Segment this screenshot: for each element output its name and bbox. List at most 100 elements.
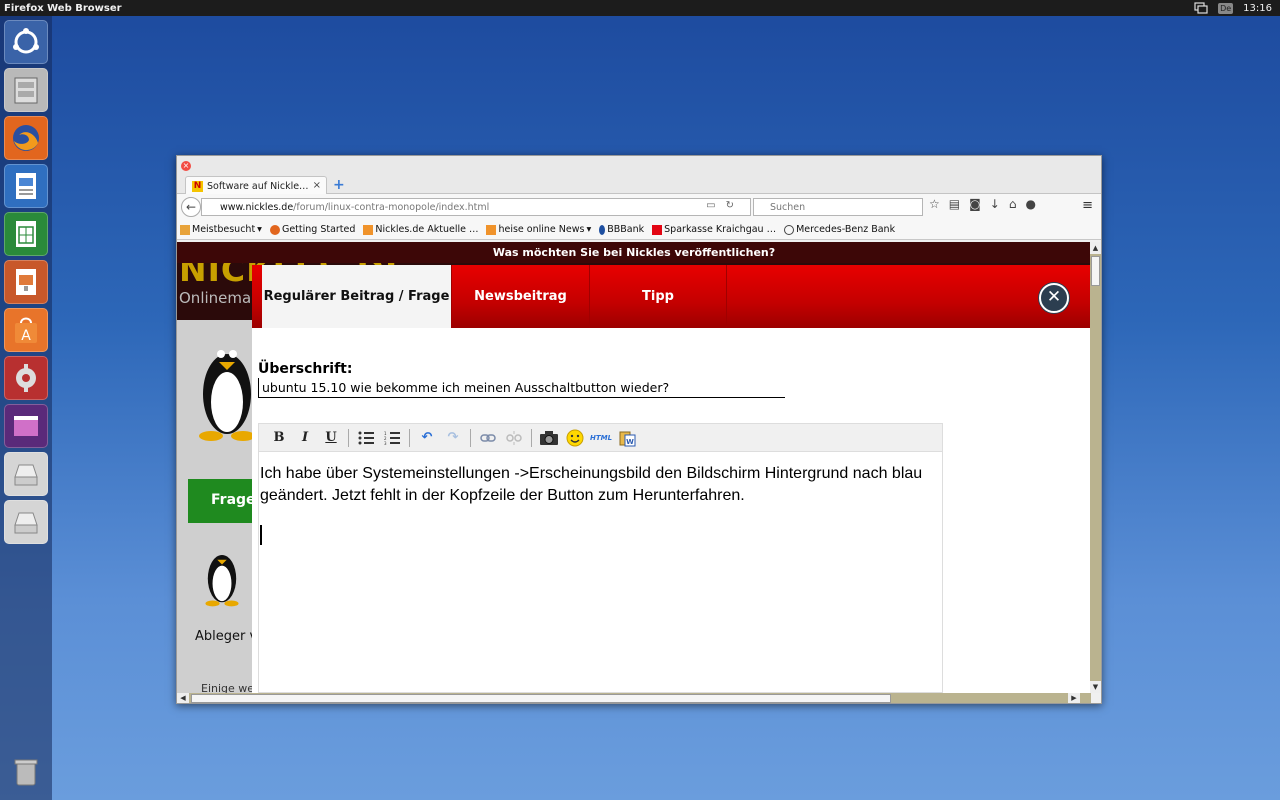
bookmark-heise-news[interactable]: heise online News ▾ (486, 224, 591, 235)
back-icon[interactable]: ← (181, 197, 201, 217)
toolbar-separator (409, 428, 410, 447)
post-type-tabs: Regulärer Beitrag / Frage Newsbeitrag Ti… (252, 265, 1091, 328)
drive-icon[interactable] (4, 452, 48, 496)
link-icon[interactable] (476, 427, 500, 449)
window-titlebar: × (177, 156, 1101, 174)
camera-icon[interactable] (537, 427, 561, 449)
tab-tip[interactable]: Tipp (590, 265, 727, 328)
search-placeholder: Suchen (770, 201, 806, 213)
folder-icon (180, 224, 190, 235)
close-icon[interactable]: ✕ (1039, 283, 1069, 313)
clock[interactable]: 13:16 (1243, 3, 1272, 14)
tux-small-icon (205, 555, 239, 607)
svg-text:3: 3 (384, 441, 387, 445)
nickles-favicon-icon: N (192, 180, 203, 192)
trash-icon[interactable] (4, 750, 48, 794)
horizontal-scroll-thumb[interactable] (191, 694, 891, 703)
bookmark-sparkasse[interactable]: Sparkasse Kraichgau … (652, 224, 776, 235)
system-tray: De 13:16 (1194, 0, 1272, 16)
vertical-scroll-thumb[interactable] (1091, 256, 1100, 286)
tab-news-post[interactable]: Newsbeitrag (452, 265, 590, 328)
window-title: Firefox Web Browser (4, 2, 122, 14)
tab-regular-post[interactable]: Regulärer Beitrag / Frage (262, 265, 452, 328)
launcher: A (0, 16, 52, 800)
undo-icon[interactable]: ↶ (415, 427, 439, 449)
ubuntu-dash-icon[interactable] (4, 20, 48, 64)
drive-icon[interactable] (4, 500, 48, 544)
bookmark-nickles-news[interactable]: Nickles.de Aktuelle … (363, 224, 478, 235)
redo-icon[interactable]: ↷ (441, 427, 465, 449)
bookmarks-toolbar: Meistbesucht ▾ Getting Started Nickles.de… (177, 220, 1101, 240)
html-button[interactable]: HTML (589, 427, 613, 449)
tab-title: Software auf Nickle… (207, 180, 309, 192)
home-icon[interactable]: ⌂ (1009, 197, 1017, 211)
bookmark-getting-started[interactable]: Getting Started (269, 224, 355, 235)
reader-view-icon[interactable]: ▭ (706, 200, 725, 211)
editor-toolbar: B I U 123 ↶ ↷ HTML W (259, 424, 942, 452)
firefox-icon[interactable] (4, 116, 48, 160)
site-tagline: Onlinema (179, 289, 252, 307)
scroll-up-icon[interactable]: ▲ (1090, 242, 1101, 254)
system-settings-icon[interactable] (4, 356, 48, 400)
editor-body[interactable]: Ich habe über Systemeinstellungen ->Ersc… (259, 452, 942, 545)
bold-button[interactable]: B (267, 427, 291, 449)
top-panel: Firefox Web Browser De 13:16 (0, 0, 1280, 16)
heading-label: Überschrift: (258, 361, 353, 377)
rich-text-editor: B I U 123 ↶ ↷ HTML W Ich habe über Syste… (258, 423, 943, 693)
files-icon[interactable] (4, 68, 48, 112)
bookmark-bbbank[interactable]: BBBank (599, 224, 644, 235)
navigation-bar: ← www.nickles.de/forum/linux-contra-mono… (177, 194, 1101, 220)
keyboard-layout-indicator[interactable]: De (1218, 2, 1234, 14)
workspace-switcher-icon[interactable] (4, 404, 48, 448)
unlink-icon[interactable] (502, 427, 526, 449)
tux-icon (199, 350, 255, 441)
bbbank-icon (599, 224, 606, 235)
bullet-list-icon[interactable] (354, 427, 378, 449)
bookmark-mercedes[interactable]: Mercedes-Benz Bank (784, 224, 895, 235)
network-icon[interactable] (1194, 2, 1208, 14)
toolbar-separator (470, 428, 471, 447)
mercedes-icon (784, 224, 795, 235)
chat-icon[interactable]: ● (1025, 197, 1035, 211)
publish-prompt: Was möchten Sie bei Nickles veröffentlic… (177, 242, 1091, 263)
heading-input[interactable] (258, 378, 785, 398)
paste-word-icon[interactable]: W (615, 427, 639, 449)
scroll-down-icon[interactable]: ▼ (1090, 681, 1101, 693)
horizontal-scrollbar[interactable]: ◀ ▶ (177, 693, 1091, 703)
background-link[interactable]: Einige we (201, 682, 254, 693)
url-bar[interactable]: www.nickles.de/forum/linux-contra-monopo… (201, 198, 751, 216)
search-input[interactable]: Suchen (753, 198, 923, 216)
rss-icon (363, 224, 374, 235)
pocket-icon[interactable]: ◙ (969, 197, 981, 211)
post-body-text: Ich habe über Systemeinstellungen ->Ersc… (260, 465, 923, 504)
calc-icon[interactable] (4, 212, 48, 256)
underline-button[interactable]: U (319, 427, 343, 449)
frage-button[interactable]: Frage (188, 479, 258, 523)
bookmark-star-icon[interactable]: ☆ (929, 197, 940, 211)
writer-icon[interactable] (4, 164, 48, 208)
url-host: www.nickles.de (220, 201, 294, 213)
bookmarks-list-icon[interactable]: ▤ (949, 197, 960, 211)
scroll-right-icon[interactable]: ▶ (1068, 693, 1080, 703)
reload-icon[interactable]: ↻ (726, 200, 744, 211)
sparkasse-icon (652, 224, 663, 235)
tab-close-icon[interactable]: × (313, 180, 321, 191)
vertical-scrollbar[interactable]: ▲ ▼ (1090, 242, 1101, 693)
bookmark-meistbesucht[interactable]: Meistbesucht ▾ (180, 224, 262, 235)
impress-icon[interactable] (4, 260, 48, 304)
window-close-icon[interactable]: × (181, 161, 191, 171)
new-tab-icon[interactable]: + (333, 177, 345, 193)
text-caret (260, 525, 262, 545)
smiley-icon[interactable] (563, 427, 587, 449)
tab-bar: N Software auf Nickle… × + (177, 174, 1101, 195)
downloads-icon[interactable]: ↓ (990, 197, 1000, 211)
svg-text:A: A (21, 328, 31, 344)
page-content: NICKLES.DE Onlinema Was möchten Sie bei … (177, 242, 1091, 693)
scroll-left-icon[interactable]: ◀ (177, 693, 189, 703)
post-dialog: Regulärer Beitrag / Frage Newsbeitrag Ti… (252, 265, 1091, 693)
numbered-list-icon[interactable]: 123 (380, 427, 404, 449)
italic-button[interactable]: I (293, 427, 317, 449)
browser-tab[interactable]: N Software auf Nickle… × (185, 176, 327, 195)
software-center-icon[interactable]: A (4, 308, 48, 352)
menu-icon[interactable]: ≡ (1082, 198, 1093, 213)
